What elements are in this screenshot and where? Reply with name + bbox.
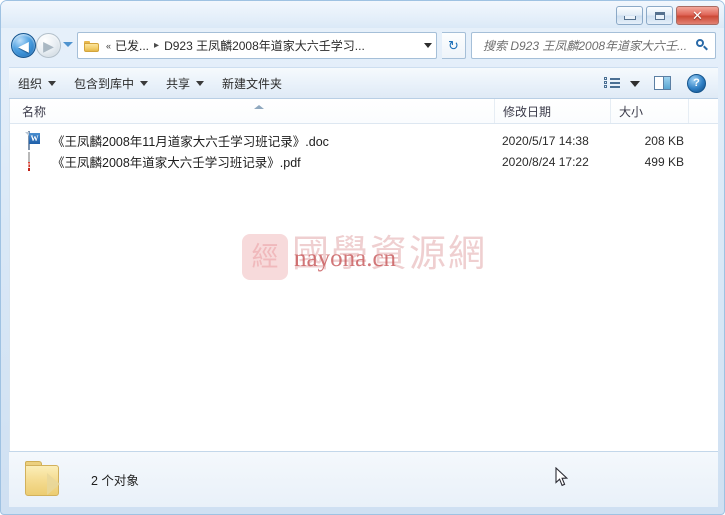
window-controls: ✕ — [616, 6, 719, 25]
file-name: 《王凤麟2008年11月道家大六壬学习班记录》.doc — [52, 135, 329, 149]
forward-arrow-icon: ▶ — [43, 37, 54, 54]
file-name: 《王凤麟2008年道家大六壬学习班记录》.pdf — [52, 156, 301, 170]
history-dropdown-icon[interactable] — [63, 42, 73, 47]
watermark-site-name: 國學資源網 — [292, 234, 487, 275]
watermark: 經 國學資源網 nayona.cn — [242, 230, 507, 286]
status-item-count: 2 个对象 — [91, 474, 139, 488]
word-document-icon — [28, 131, 44, 150]
file-size: 208 KB — [644, 133, 684, 148]
watermark-site-url: nayona.cn — [294, 245, 397, 272]
refresh-icon: ↻ — [448, 38, 459, 53]
breadcrumb-separator-0: ▸ — [154, 40, 160, 51]
file-size: 499 KB — [644, 154, 684, 169]
breadcrumb-item-0[interactable]: 已发... — [115, 37, 149, 54]
chevron-down-icon — [196, 80, 205, 86]
minimize-button[interactable] — [616, 6, 643, 25]
column-header-size[interactable]: 大小 — [610, 99, 688, 123]
toolbar-item-new-folder[interactable]: 新建文件夹 — [213, 71, 291, 96]
toolbar-item-share[interactable]: 共享 — [157, 71, 213, 96]
forward-button[interactable]: ▶ — [36, 33, 61, 58]
watermark-logo-glyph: 經 — [251, 241, 279, 272]
toolbar-item-include-in-library-label: 包含到库中 — [74, 76, 135, 91]
toolbar-item-share-label: 共享 — [166, 76, 191, 91]
folder-icon — [25, 461, 65, 497]
title-bar: ✕ — [1, 1, 724, 28]
breadcrumb-item-1[interactable]: D923 王凤麟2008年道家大六壬学习... — [164, 37, 365, 54]
toolbar-item-new-folder-label: 新建文件夹 — [222, 76, 283, 91]
breadcrumb-dropdown-icon[interactable] — [424, 43, 432, 48]
toolbar-item-include-in-library[interactable]: 包含到库中 — [65, 71, 157, 96]
toolbar-right-group: ? — [604, 73, 718, 93]
search-input[interactable] — [481, 37, 691, 54]
pdf-document-icon — [28, 152, 44, 171]
refresh-button[interactable]: ↻ — [442, 32, 466, 59]
list-view-icon[interactable] — [604, 76, 620, 90]
view-options-chevron-down-icon[interactable] — [630, 81, 640, 87]
search-icon[interactable] — [695, 38, 709, 53]
minimize-icon — [623, 15, 636, 20]
collapse-pane-chevron-up-icon[interactable] — [252, 101, 266, 112]
close-button[interactable]: ✕ — [676, 6, 719, 25]
back-arrow-icon: ◀ — [18, 37, 29, 54]
column-header-row: 名称 修改日期 大小 — [10, 99, 718, 124]
status-bar: 2 个对象 — [9, 451, 718, 507]
maximize-button[interactable] — [646, 6, 673, 25]
column-header-extra[interactable] — [688, 99, 718, 123]
help-icon[interactable]: ? — [687, 73, 706, 93]
file-date-modified: 2020/5/17 14:38 — [502, 133, 589, 148]
close-icon: ✕ — [692, 8, 703, 23]
command-toolbar: 组织 包含到库中 共享 新建文件夹 ? — [9, 67, 718, 99]
breadcrumb-overflow-chevrons[interactable]: « — [106, 41, 111, 51]
chevron-down-icon — [140, 80, 149, 86]
column-header-date-modified[interactable]: 修改日期 — [494, 99, 610, 123]
breadcrumb[interactable]: « 已发... ▸ D923 王凤麟2008年道家大六壬学习... — [77, 32, 437, 59]
search-box[interactable] — [471, 32, 716, 59]
address-bar-row: ◀ ▶ « 已发... ▸ D923 王凤麟2008年道家大六壬学习... ↻ — [1, 28, 724, 64]
table-row[interactable]: 《王凤麟2008年11月道家大六壬学习班记录》.doc 2020/5/17 14… — [10, 130, 718, 151]
chevron-down-icon — [48, 80, 57, 86]
file-date-modified: 2020/8/24 17:22 — [502, 154, 589, 169]
toolbar-item-organize-label: 组织 — [18, 76, 43, 91]
table-row[interactable]: 《王凤麟2008年道家大六壬学习班记录》.pdf 2020/8/24 17:22… — [10, 151, 718, 172]
back-button[interactable]: ◀ — [11, 33, 36, 58]
file-list: 名称 修改日期 大小 《王凤麟2008年11月道家大六壬学习班记录》.doc 2… — [9, 99, 718, 451]
watermark-logo-icon: 經 — [242, 234, 288, 280]
maximize-icon — [654, 11, 665, 20]
folder-icon — [84, 40, 99, 52]
toolbar-item-organize[interactable]: 组织 — [9, 71, 65, 96]
explorer-window: ✕ ◀ ▶ « 已发... ▸ D923 王凤麟2008年道家大六壬学习... … — [0, 0, 725, 515]
preview-pane-icon[interactable] — [654, 76, 671, 90]
